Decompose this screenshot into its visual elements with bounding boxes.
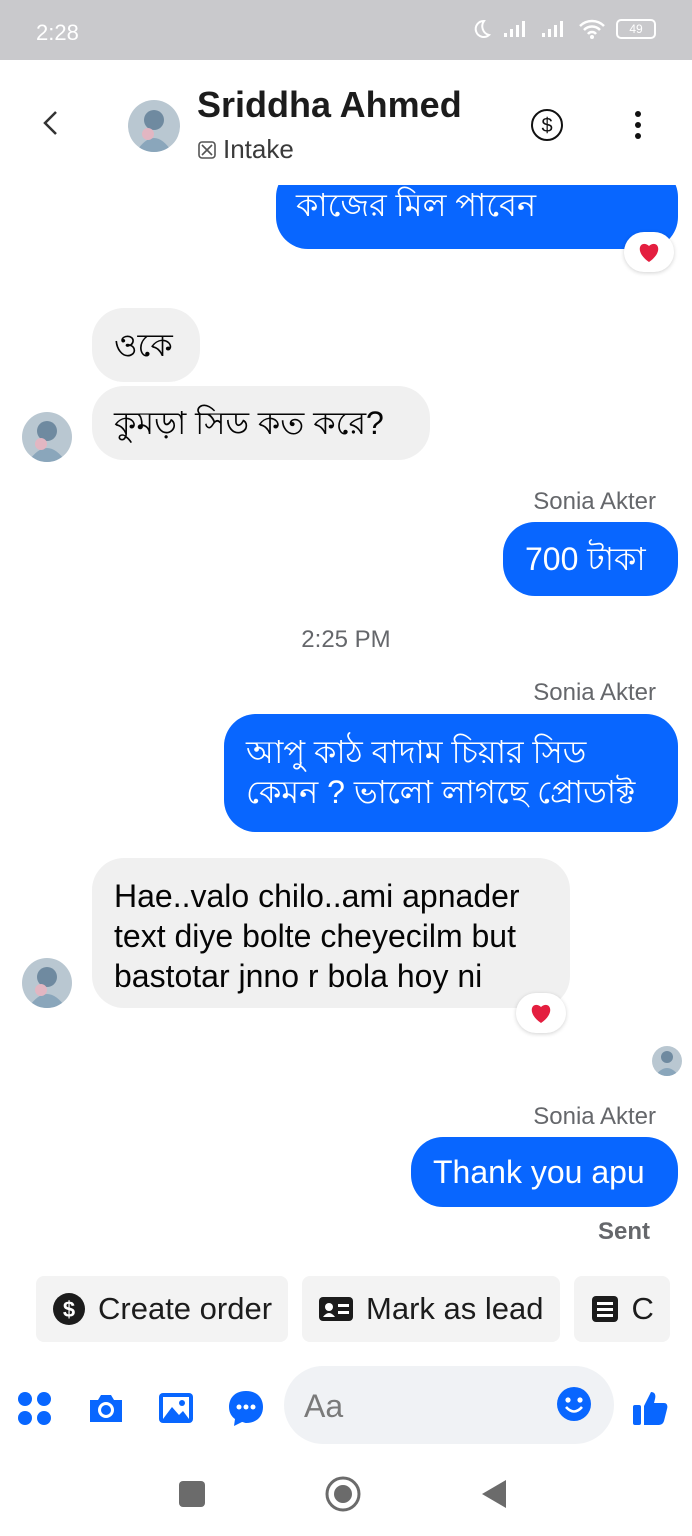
timestamp: 2:25 PM: [301, 626, 391, 653]
message-incoming[interactable]: কুমড়া সিড কত করে?: [92, 386, 430, 460]
chat-header: Sriddha Ahmed Intake $: [0, 60, 692, 185]
contact-avatar[interactable]: [128, 100, 180, 152]
apps-grid-icon[interactable]: [16, 1388, 56, 1428]
message-line: Hae..valo chilo..ami apnader: [114, 878, 520, 914]
quick-actions-bar: $ Create order Mark as lead C: [36, 1276, 670, 1342]
status-bar: 2:28 49: [0, 0, 692, 60]
message-text: 700 টাকা: [525, 541, 646, 577]
message-input-placeholder: Aa: [304, 1388, 344, 1424]
message-incoming[interactable]: ওকে: [92, 308, 200, 382]
sender-avatar[interactable]: [22, 412, 72, 462]
note-icon: [591, 1296, 618, 1322]
sender-name: Sonia Akter: [533, 679, 656, 706]
message-incoming[interactable]: Hae..valo chilo..ami apnader text diye b…: [92, 858, 570, 1008]
message-text: ওকে: [114, 327, 173, 363]
message-outgoing[interactable]: 700 টাকা: [503, 522, 678, 596]
heart-reaction[interactable]: [624, 232, 674, 272]
recent-apps-icon[interactable]: [178, 1480, 206, 1508]
chip-label: Mark as lead: [366, 1291, 544, 1326]
status-icons: 49: [470, 18, 656, 40]
back-chevron-icon[interactable]: [36, 108, 66, 138]
intake-icon: [198, 140, 216, 159]
seen-avatar: [652, 1046, 682, 1076]
sender-avatar[interactable]: [22, 958, 72, 1008]
signal-icon-2: [542, 21, 563, 37]
notes-button[interactable]: C: [573, 1276, 670, 1342]
status-time: 2:28: [36, 20, 79, 45]
gallery-icon[interactable]: [156, 1388, 196, 1428]
message-outgoing[interactable]: কাজের মিল পাবেন: [276, 185, 678, 249]
create-order-button[interactable]: $ Create order: [36, 1276, 289, 1342]
thumbs-up-icon[interactable]: [630, 1388, 670, 1428]
svg-text:$: $: [63, 1297, 75, 1322]
home-icon[interactable]: [324, 1475, 362, 1513]
message-line: আপু কাঠ বাদাম চিয়ার সিড: [246, 734, 587, 770]
battery-indicator: 49: [616, 19, 656, 39]
chip-label: C: [631, 1291, 654, 1326]
svg-text:$: $: [541, 115, 552, 137]
wifi-icon: [579, 19, 605, 39]
message-input[interactable]: Aa: [284, 1366, 614, 1444]
message-text: কুমড়া সিড কত করে?: [114, 405, 384, 441]
message-outgoing[interactable]: Thank you apu: [411, 1137, 678, 1207]
heart-icon: [639, 243, 659, 262]
contact-card-icon: [319, 1297, 354, 1321]
chip-label: Create order: [98, 1291, 273, 1326]
message-text: Thank you apu: [433, 1154, 645, 1190]
message-line: text diye bolte cheyecilm but: [114, 918, 516, 954]
chat-bubble-icon[interactable]: [226, 1388, 266, 1428]
more-options-icon[interactable]: [626, 108, 650, 142]
message-outgoing[interactable]: আপু কাঠ বাদাম চিয়ার সিড কেমন ? ভালো লাগ…: [224, 714, 678, 832]
dollar-circle-icon: $: [53, 1293, 85, 1325]
heart-icon: [531, 1004, 551, 1023]
contact-subtitle: Intake: [223, 134, 294, 164]
sent-status: Sent: [597, 1218, 650, 1245]
back-triangle-icon[interactable]: [480, 1478, 508, 1510]
system-navigation-bar: [0, 1452, 692, 1536]
payment-dollar-icon[interactable]: $: [530, 108, 564, 142]
message-line: কেমন ? ভালো লাগছে প্রোডাক্ট: [246, 774, 636, 810]
signal-icon: [504, 21, 525, 37]
contact-name[interactable]: Sriddha Ahmed: [197, 84, 462, 126]
message-text: কাজের মিল পাবেন: [296, 187, 537, 223]
contact-label: Intake: [197, 134, 294, 165]
heart-reaction[interactable]: [516, 993, 566, 1033]
camera-icon[interactable]: [86, 1388, 126, 1428]
message-line: bastotar jnno r bola hoy ni: [114, 958, 483, 994]
emoji-icon[interactable]: [556, 1386, 592, 1422]
mark-as-lead-button[interactable]: Mark as lead: [302, 1276, 560, 1342]
moon-icon: [474, 19, 492, 38]
message-composer: Aa: [0, 1362, 692, 1452]
sender-name: Sonia Akter: [533, 488, 656, 515]
sender-name: Sonia Akter: [533, 1103, 656, 1130]
